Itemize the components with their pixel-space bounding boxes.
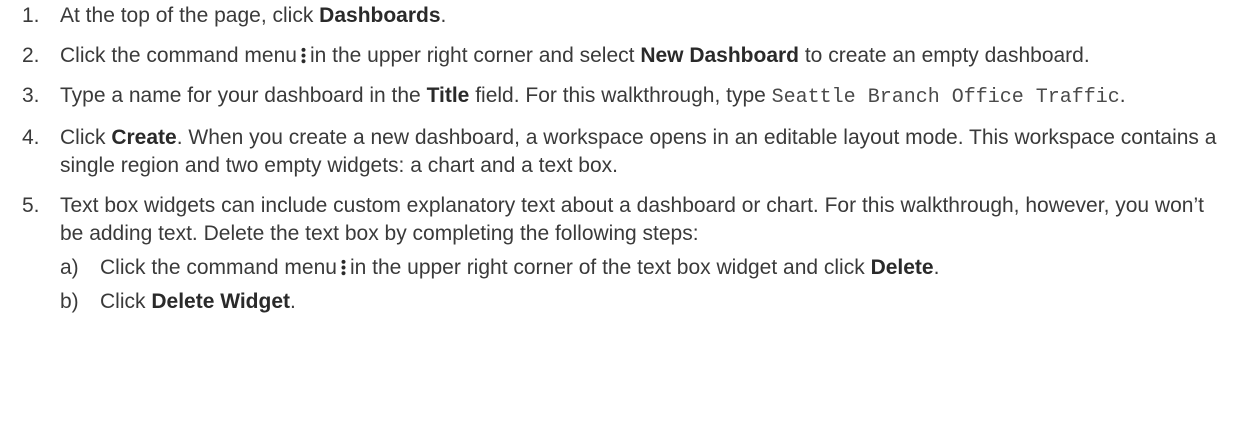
steps-list: 1. At the top of the page, click Dashboa… bbox=[0, 2, 1245, 316]
ui-term-dashboards: Dashboards bbox=[319, 4, 441, 27]
ui-term-new-dashboard: New Dashboard bbox=[640, 44, 800, 67]
step-text: Click bbox=[100, 290, 152, 313]
kebab-menu-icon bbox=[340, 259, 346, 276]
substeps-list: a) Click the command menu in the upper ri… bbox=[60, 254, 1225, 316]
step-1: 1. At the top of the page, click Dashboa… bbox=[0, 2, 1245, 30]
step-4: 4. Click Create. When you create a new d… bbox=[0, 124, 1245, 180]
step-3: 3. Type a name for your dashboard in the… bbox=[0, 82, 1245, 112]
ui-term-delete-widget: Delete Widget bbox=[151, 290, 291, 313]
step-text: . bbox=[1119, 84, 1126, 107]
ui-term-delete: Delete bbox=[870, 256, 934, 279]
step-text: . When you create a new dashboard, a wor… bbox=[60, 126, 1217, 177]
ui-term-create: Create bbox=[111, 126, 177, 149]
step-number: 5. bbox=[22, 194, 40, 217]
step-text: Click the command menu bbox=[60, 44, 297, 67]
step-text: field. For this walkthrough, type bbox=[469, 84, 772, 107]
step-2: 2. Click the command menu in the upper ri… bbox=[0, 42, 1245, 70]
ui-term-title: Title bbox=[426, 84, 470, 107]
substep-b: b) Click Delete Widget. bbox=[60, 288, 1225, 316]
step-text: . bbox=[440, 4, 447, 27]
step-text: Click the command menu bbox=[100, 256, 337, 279]
step-number: 3. bbox=[22, 84, 40, 107]
kebab-menu-icon bbox=[300, 47, 306, 64]
step-number: 2. bbox=[22, 44, 40, 67]
code-text: Seattle Branch Office Traffic bbox=[771, 86, 1120, 109]
step-text: Type a name for your dashboard in the bbox=[60, 84, 427, 107]
substep-number: a) bbox=[60, 256, 79, 279]
substep-number: b) bbox=[60, 290, 79, 313]
step-text: in the upper right corner of the text bo… bbox=[349, 256, 871, 279]
document-body: 1. At the top of the page, click Dashboa… bbox=[0, 0, 1245, 431]
step-text: in the upper right corner and select bbox=[309, 44, 641, 67]
step-5: 5. Text box widgets can include custom e… bbox=[0, 192, 1245, 316]
step-text: At the top of the page, click bbox=[60, 4, 320, 27]
step-text: Click bbox=[60, 126, 112, 149]
substep-a: a) Click the command menu in the upper ri… bbox=[60, 254, 1225, 282]
step-text: . bbox=[290, 290, 296, 313]
step-number: 4. bbox=[22, 126, 40, 149]
step-number: 1. bbox=[22, 4, 40, 27]
step-text: Text box widgets can include custom expl… bbox=[60, 194, 1204, 245]
step-text: to create an empty dashboard. bbox=[799, 44, 1090, 67]
step-text: . bbox=[933, 256, 940, 279]
